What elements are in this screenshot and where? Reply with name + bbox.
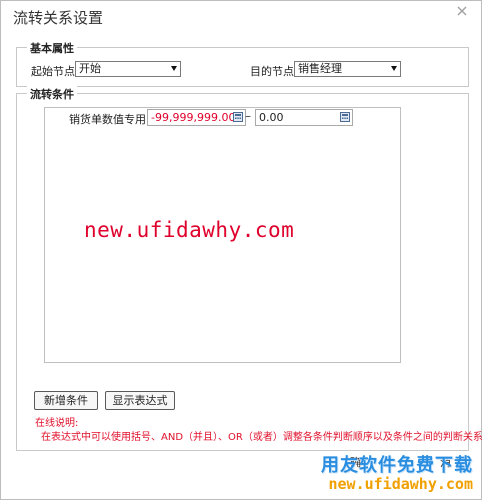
target-node-select[interactable]: 销售经理 (294, 61, 401, 77)
add-condition-button[interactable]: 新增条件 (34, 391, 98, 410)
chevron-down-icon (171, 66, 177, 71)
condition-field-label: 销货单数值专用… (69, 113, 157, 126)
start-node-label: 起始节点 (31, 65, 75, 78)
condition-from-value: -99,999,999.00 (151, 111, 236, 124)
target-node-value: 销售经理 (298, 62, 342, 75)
flow-conditions-legend: 流转条件 (27, 86, 77, 102)
calculator-icon[interactable] (340, 112, 350, 122)
chevron-down-icon (391, 66, 397, 71)
start-node-value: 开始 (79, 62, 101, 75)
calculator-icon[interactable] (233, 112, 243, 122)
title-bar: 流转关系设置 (1, 1, 481, 31)
flow-relation-dialog: 流转关系设置 基本属性 起始节点 开始 目的节点 销售经理 流转条件 销货单数值… (0, 0, 482, 500)
target-node-label: 目的节点 (250, 65, 294, 78)
close-icon[interactable] (457, 6, 467, 16)
condition-to-input[interactable]: 0.00 (255, 109, 353, 126)
brand-watermark-title: 用友软件免费下载 (321, 455, 473, 476)
online-help-title: 在线说明: (35, 418, 79, 429)
site-watermark: new.ufidawhy.com (84, 218, 295, 242)
condition-to-value: 0.00 (259, 111, 284, 124)
brand-watermark-url: new.ufidawhy.com (328, 475, 474, 493)
brand-watermark: 用友软件免费下载 new.ufidawhy.com (293, 451, 473, 495)
dialog-title: 流转关系设置 (13, 9, 104, 27)
start-node-select[interactable]: 开始 (75, 61, 181, 77)
condition-from-input[interactable]: -99,999,999.00 (147, 109, 246, 126)
basic-properties-legend: 基本属性 (27, 40, 77, 56)
close-x-glyph (457, 6, 467, 16)
online-help-text: 在表达式中可以使用括号、AND（并且）、OR（或者）调整各条件判断顺序以及条件之… (41, 432, 482, 443)
range-separator: – (245, 109, 251, 123)
show-expression-button[interactable]: 显示表达式 (105, 391, 175, 410)
